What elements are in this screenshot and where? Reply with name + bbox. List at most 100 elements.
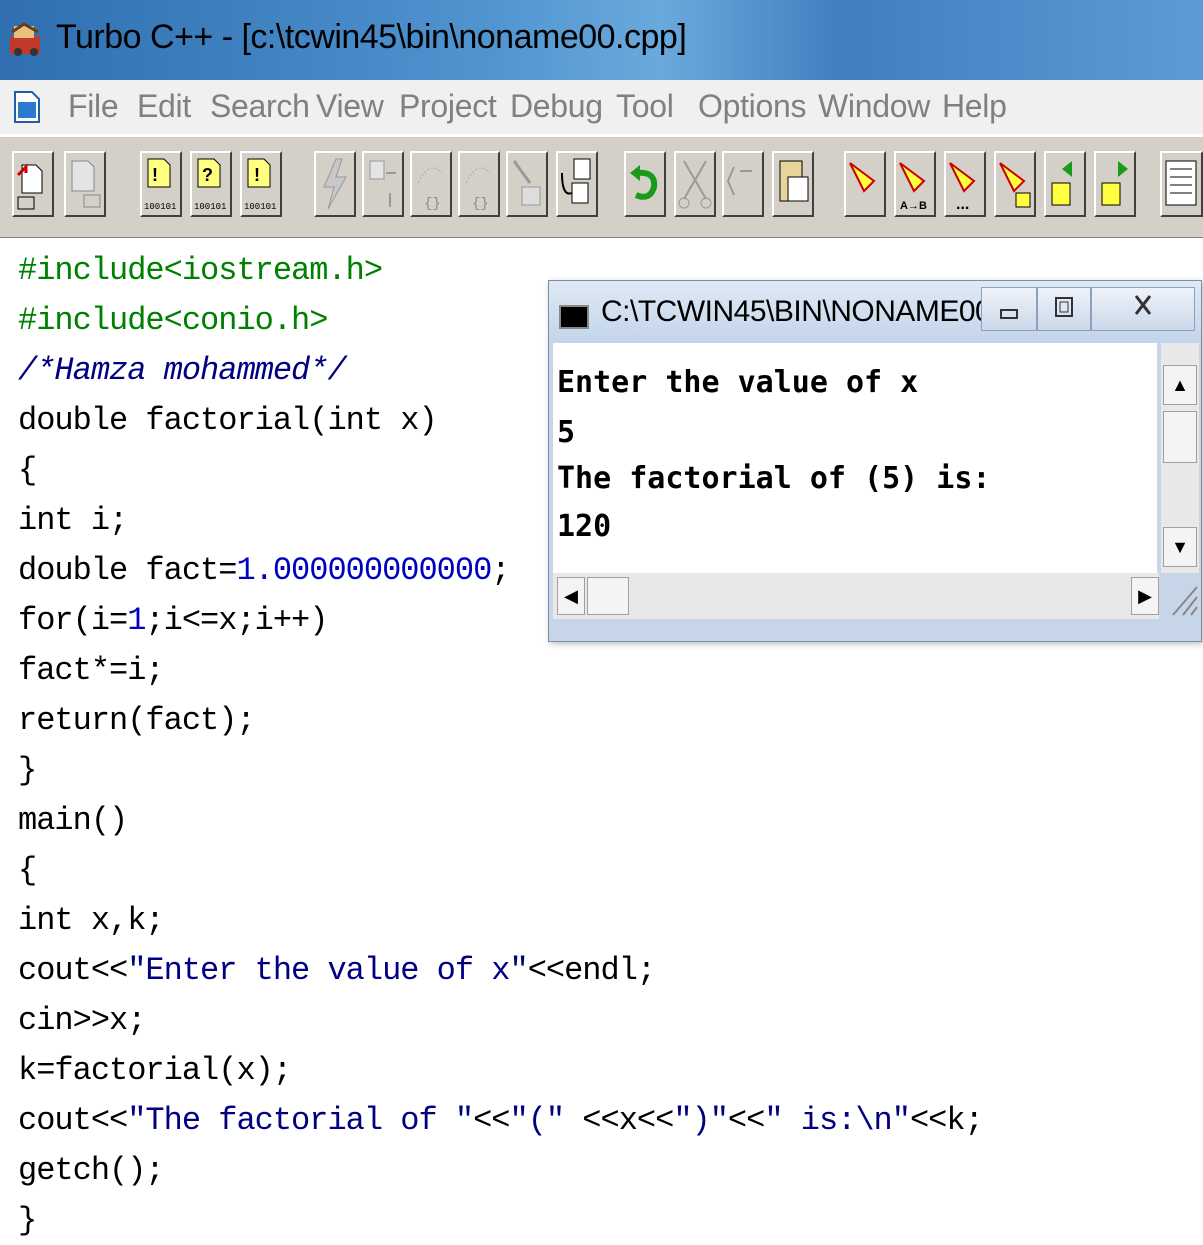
- code-token: " is:\n": [764, 1102, 911, 1139]
- menu-window[interactable]: Window: [818, 88, 930, 125]
- browse-symbol-button[interactable]: [844, 151, 886, 217]
- code-token: int x,k;: [18, 902, 165, 939]
- menu-project[interactable]: Project: [399, 88, 497, 125]
- menu-options[interactable]: Options: [698, 88, 806, 125]
- compile-icon: ! 100101: [144, 158, 176, 212]
- code-token: <<x<<: [564, 1102, 674, 1139]
- code-token: <<: [727, 1102, 765, 1139]
- code-line: cin>>x;: [18, 1002, 146, 1039]
- console-line: 5: [557, 415, 576, 450]
- console-title-bar[interactable]: C:\TCWIN45\BIN\NONAME00....: [549, 281, 1201, 343]
- code-token: ;: [491, 552, 510, 589]
- compile-button[interactable]: ! 100101: [140, 151, 182, 217]
- horizontal-scroll-thumb[interactable]: [587, 577, 629, 615]
- reset-program-icon: [561, 158, 591, 204]
- code-token: #include<conio.h>: [18, 302, 328, 339]
- undo-button[interactable]: [624, 151, 666, 217]
- browse-more-button[interactable]: ...: [944, 151, 986, 217]
- cut-button[interactable]: [674, 151, 716, 217]
- code-token: ;i<=x;i++): [145, 602, 328, 639]
- code-token: main(): [18, 802, 128, 839]
- step-into-icon: [369, 160, 396, 207]
- code-token: int i;: [18, 502, 128, 539]
- browse-tree-button[interactable]: [994, 151, 1036, 217]
- code-line: cout<<"The factorial of "<<"(" <<x<<")"<…: [18, 1102, 984, 1139]
- code-line: }: [18, 1202, 37, 1239]
- trace-button[interactable]: {}: [458, 151, 500, 217]
- svg-text:{}: {}: [472, 196, 489, 212]
- menu-tool[interactable]: Tool: [616, 88, 674, 125]
- code-line: main(): [18, 802, 128, 839]
- minimize-button[interactable]: [981, 287, 1037, 331]
- code-line: double factorial(int x): [18, 402, 438, 439]
- console-output[interactable]: Enter the value of x 5 The factorial of …: [553, 343, 1157, 573]
- code-token: {: [18, 452, 37, 489]
- build-all-button[interactable]: ! 100101: [240, 151, 282, 217]
- menu-help[interactable]: Help: [942, 88, 1007, 125]
- vertical-scroll-thumb[interactable]: [1163, 411, 1197, 463]
- run-to-cursor-button[interactable]: [506, 151, 548, 217]
- paste-button[interactable]: [772, 151, 814, 217]
- svg-text:100101: 100101: [194, 202, 226, 212]
- resize-grip-icon[interactable]: [1163, 577, 1199, 617]
- copy-icon: [726, 166, 752, 196]
- code-token: for(i=: [18, 602, 128, 639]
- svg-text:?: ?: [202, 165, 213, 185]
- code-token: "Enter the value of x": [127, 952, 528, 989]
- forward-arrow-icon: [1101, 161, 1128, 206]
- menu-search[interactable]: Search: [210, 88, 310, 125]
- copy-button[interactable]: [722, 151, 764, 217]
- arrow-down-icon: ▼: [1171, 536, 1189, 557]
- window-title: Turbo C++ - [c:\tcwin45\bin\noname00.cpp…: [56, 18, 687, 56]
- code-token: "The factorial of ": [127, 1102, 474, 1139]
- code-line: {: [18, 852, 37, 889]
- console-window[interactable]: C:\TCWIN45\BIN\NONAME00.... Enter the va…: [548, 280, 1202, 642]
- code-line: cout<<"Enter the value of x"<<endl;: [18, 952, 656, 989]
- open-file-button[interactable]: [12, 151, 54, 217]
- document-icon[interactable]: [12, 90, 42, 124]
- svg-text:100101: 100101: [244, 202, 276, 212]
- arrow-right-icon: ▶: [1138, 585, 1152, 606]
- svg-text:...: ...: [956, 196, 969, 213]
- scroll-down-button[interactable]: ▼: [1163, 527, 1197, 567]
- code-token: {: [18, 852, 37, 889]
- toolbar: ! 100101 ? 100101 ! 100101 {} {} A→B ...: [0, 136, 1203, 239]
- build-all-icon: ! 100101: [244, 158, 276, 212]
- lightning-button[interactable]: [314, 151, 356, 217]
- code-token: double fact=: [18, 552, 237, 589]
- menu-edit[interactable]: Edit: [137, 88, 191, 125]
- flashlight-more-icon: ...: [949, 162, 976, 213]
- arrow-left-icon: ◀: [564, 585, 578, 606]
- vertical-scrollbar[interactable]: ▲ ▼: [1161, 343, 1199, 573]
- title-bar[interactable]: Turbo C++ - [c:\tcwin45\bin\noname00.cpp…: [0, 0, 1203, 80]
- make-button[interactable]: ? 100101: [190, 151, 232, 217]
- code-token: 1: [127, 602, 146, 639]
- step-over-button[interactable]: {}: [410, 151, 452, 217]
- browse-forward-button[interactable]: [1094, 151, 1136, 217]
- scroll-up-button[interactable]: ▲: [1163, 365, 1197, 405]
- console-title: C:\TCWIN45\BIN\NONAME00....: [601, 295, 1023, 328]
- scroll-left-button[interactable]: ◀: [557, 577, 585, 615]
- save-file-button[interactable]: [64, 151, 106, 217]
- menu-debug[interactable]: Debug: [510, 88, 603, 125]
- svg-text:{}: {}: [424, 196, 441, 212]
- code-token: cin>>x;: [18, 1002, 146, 1039]
- browse-back-button[interactable]: [1044, 151, 1086, 217]
- code-line: for(i=1;i<=x;i++): [18, 602, 328, 639]
- reset-program-button[interactable]: [556, 151, 598, 217]
- horizontal-scrollbar[interactable]: ◀ ▶: [553, 573, 1159, 619]
- browse-a-b-button[interactable]: A→B: [894, 151, 936, 217]
- code-line: return(fact);: [18, 702, 256, 739]
- close-button[interactable]: [1091, 287, 1195, 331]
- menu-view[interactable]: View: [316, 88, 384, 125]
- message-button[interactable]: [1160, 151, 1203, 217]
- step-into-button[interactable]: [362, 151, 404, 217]
- arrow-up-icon: ▲: [1171, 374, 1189, 395]
- maximize-button[interactable]: [1037, 287, 1091, 331]
- code-line: k=factorial(x);: [18, 1052, 292, 1089]
- scroll-right-button[interactable]: ▶: [1131, 577, 1159, 615]
- flashlight-tree-icon: [999, 162, 1031, 208]
- console-icon: [559, 305, 589, 329]
- menu-file[interactable]: File: [68, 88, 119, 125]
- svg-text:A→B: A→B: [900, 200, 927, 212]
